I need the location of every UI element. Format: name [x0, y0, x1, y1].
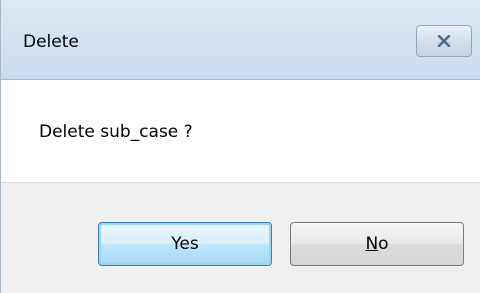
no-button-label: No — [365, 234, 388, 254]
no-button[interactable]: No — [290, 222, 464, 266]
no-button-mnemonic: N — [365, 234, 379, 254]
yes-button-label: Yes — [171, 234, 199, 254]
close-icon — [437, 35, 451, 47]
dialog-message: Delete sub_case ? — [39, 122, 193, 142]
title-bar: Delete — [1, 0, 480, 80]
yes-button[interactable]: Yes — [98, 222, 272, 266]
delete-dialog-window: Delete Delete sub_case ? Yes No — [0, 0, 480, 293]
close-button[interactable] — [416, 25, 472, 57]
window-title: Delete — [23, 32, 79, 52]
no-button-label-rest: o — [378, 234, 389, 254]
